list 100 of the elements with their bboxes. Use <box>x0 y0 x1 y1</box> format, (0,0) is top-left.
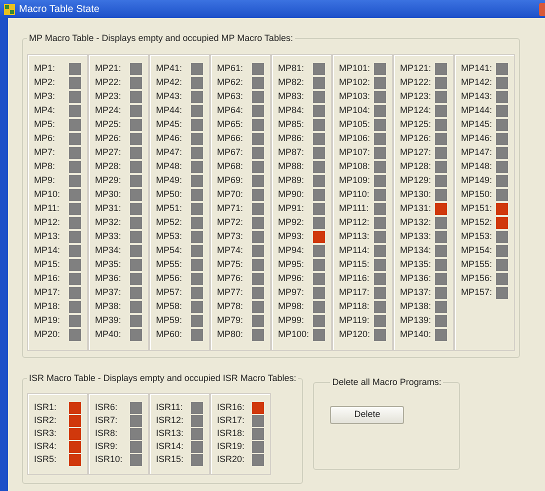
slot-label: MP15: <box>34 258 60 272</box>
slot-label: MP133: <box>400 230 432 244</box>
slot-label: MP94: <box>278 244 304 258</box>
slot-label: MP116: <box>339 272 370 286</box>
slot-label: MP121: <box>400 62 432 76</box>
slot-label: MP96: <box>278 272 304 286</box>
slot-label: MP86: <box>278 132 304 146</box>
slot-label: MP32: <box>95 216 122 230</box>
slot-label: MP74: <box>217 244 244 258</box>
slot-label: MP64: <box>217 104 244 118</box>
slot-label: MP93: <box>278 230 304 244</box>
slot-label: MP11: <box>34 202 60 216</box>
slot-label: MP5: <box>34 118 56 132</box>
slot-label: MP145: <box>461 118 492 132</box>
slot-label: MP25: <box>95 118 122 132</box>
slot-label: MP125: <box>400 118 432 132</box>
window-title: Macro Table State <box>19 2 100 16</box>
slot-label: ISR2: <box>34 414 57 428</box>
slot-label: MP91: <box>278 202 304 216</box>
slot-label: MP106: <box>339 132 370 146</box>
slot-label: MP45: <box>156 118 182 132</box>
slot-label: MP134: <box>400 244 432 258</box>
slot-label: MP36: <box>95 272 122 286</box>
slot-label: MP73: <box>217 230 244 244</box>
slot-label: MP119: <box>339 314 370 328</box>
slot-label: MP109: <box>339 174 370 188</box>
slot-label: ISR5: <box>34 453 57 466</box>
slot-label: MP37: <box>95 286 122 300</box>
slot-label: MP92: <box>278 216 304 230</box>
slot-label: MP61: <box>217 62 244 76</box>
slot-label: MP117: <box>339 286 370 300</box>
slot-label: MP112: <box>339 216 370 230</box>
delete-button[interactable]: Delete <box>330 406 404 424</box>
slot-label: MP100: <box>278 328 310 342</box>
slot-label: MP68: <box>217 160 244 174</box>
slot-label: ISR17: <box>217 414 245 428</box>
slot-label: MP111: <box>339 202 369 216</box>
slot-label: MP78: <box>217 300 244 314</box>
slot-label: MP81: <box>278 62 304 76</box>
slot-label: MP104: <box>339 104 370 118</box>
slot-label: ISR18: <box>217 427 245 440</box>
slot-label: MP50: <box>156 188 182 202</box>
slot-label: MP139: <box>400 314 432 328</box>
slot-label: MP76: <box>217 272 244 286</box>
slot-label: MP146: <box>461 132 492 146</box>
slot-label: MP138: <box>400 300 432 314</box>
slot-label: MP14: <box>34 244 60 258</box>
slot-label: MP52: <box>156 216 182 230</box>
group-title: Delete all Macro Programs: <box>331 376 442 389</box>
slot-label: MP56: <box>156 272 182 286</box>
slot-label: MP62: <box>217 76 244 90</box>
slot-label: MP29: <box>95 174 122 188</box>
slot-label: MP34: <box>95 244 122 258</box>
slot-label: MP95: <box>278 258 304 272</box>
group-title: MP Macro Table - Displays empty and occupied MP Macro Tables: <box>28 32 294 45</box>
slot-label: MP90: <box>278 188 304 202</box>
slot-label: MP38: <box>95 300 122 314</box>
slot-label: MP41: <box>156 62 182 76</box>
close-button[interactable] <box>539 2 545 16</box>
slot-label: MP57: <box>156 286 182 300</box>
slot-label: MP148: <box>461 160 492 174</box>
slot-label: MP101: <box>339 62 370 76</box>
slot-label: ISR10: <box>95 453 123 466</box>
slot-label: ISR8: <box>95 427 118 440</box>
slot-label: MP123: <box>400 90 432 104</box>
slot-label: MP54: <box>156 244 182 258</box>
slot-label: MP156: <box>461 272 492 286</box>
slot-label: MP153: <box>461 230 492 244</box>
slot-label: MP1: <box>34 62 56 76</box>
slot-label: MP151: <box>461 202 492 216</box>
slot-label: MP71: <box>217 202 244 216</box>
slot-label: MP4: <box>34 104 56 118</box>
slot-label: MP105: <box>339 118 370 132</box>
slot-label: MP22: <box>95 76 122 90</box>
slot-label: MP126: <box>400 132 432 146</box>
slot-label: MP6: <box>34 132 56 146</box>
slot-label: MP55: <box>156 258 182 272</box>
slot-label: MP130: <box>400 188 432 202</box>
slot-label: MP48: <box>156 160 182 174</box>
slot-label: ISR3: <box>34 427 57 440</box>
slot-label: MP58: <box>156 300 182 314</box>
slot-label: MP63: <box>217 90 244 104</box>
slot-label: MP155: <box>461 258 492 272</box>
slot-label: MP40: <box>95 328 122 342</box>
slot-label: MP137: <box>400 286 432 300</box>
slot-label: MP9: <box>34 174 56 188</box>
slot-label: MP107: <box>339 146 370 160</box>
slot-label: ISR11: <box>156 401 183 414</box>
slot-label: MP132: <box>400 216 432 230</box>
slot-label: MP79: <box>217 314 244 328</box>
slot-label: ISR7: <box>95 414 118 428</box>
slot-label: MP46: <box>156 132 182 146</box>
slot-label: MP7: <box>34 146 56 160</box>
slot-label: MP47: <box>156 146 182 160</box>
slot-label: MP118: <box>339 300 370 314</box>
slot-label: MP114: <box>339 244 370 258</box>
slot-label: MP31: <box>95 202 122 216</box>
slot-label: MP3: <box>34 90 56 104</box>
slot-label: MP60: <box>156 328 182 342</box>
slot-label: ISR15: <box>156 453 184 466</box>
